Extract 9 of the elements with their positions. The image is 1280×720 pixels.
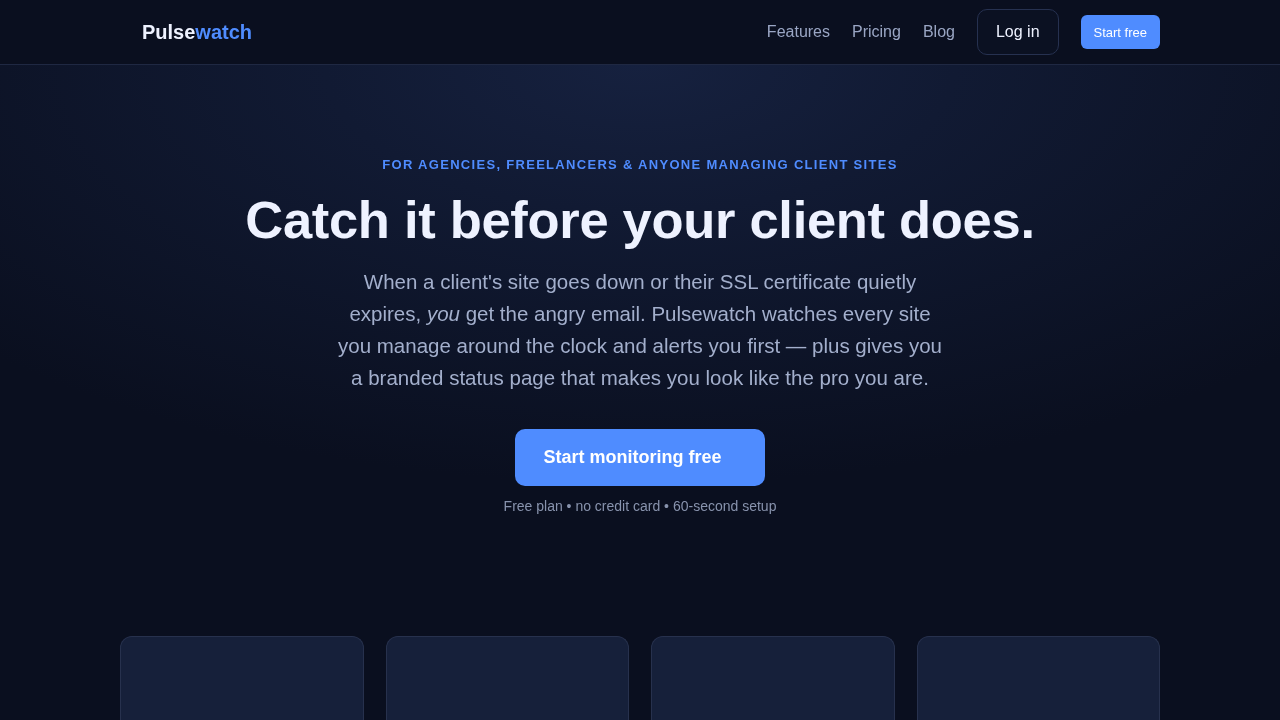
hero-description: When a client's site goes down or their SSL certificate quietly expires, you get the angry email. Pulsewatch watches every site you manage around the clock and alerts you first — plus gives you a branded status page that makes you look like the pro you are. xyxy=(337,269,943,391)
nav-link[interactable]: Pricing xyxy=(852,23,901,41)
nav-link[interactable]: Blog xyxy=(922,23,955,41)
eyebrow-text: FOR AGENCIES, FREELANCERS & ANYONE MANAGING CLIENT SITES xyxy=(382,157,898,172)
hero-headline: Catch it before your client does. xyxy=(245,189,1035,251)
logo[interactable]: Pulsewatch xyxy=(142,20,253,44)
nav-link[interactable]: Features xyxy=(766,23,830,41)
login-button[interactable]: Log in xyxy=(976,9,1059,55)
cta-note: Free plan • no credit card • 60-second setup xyxy=(503,498,777,514)
